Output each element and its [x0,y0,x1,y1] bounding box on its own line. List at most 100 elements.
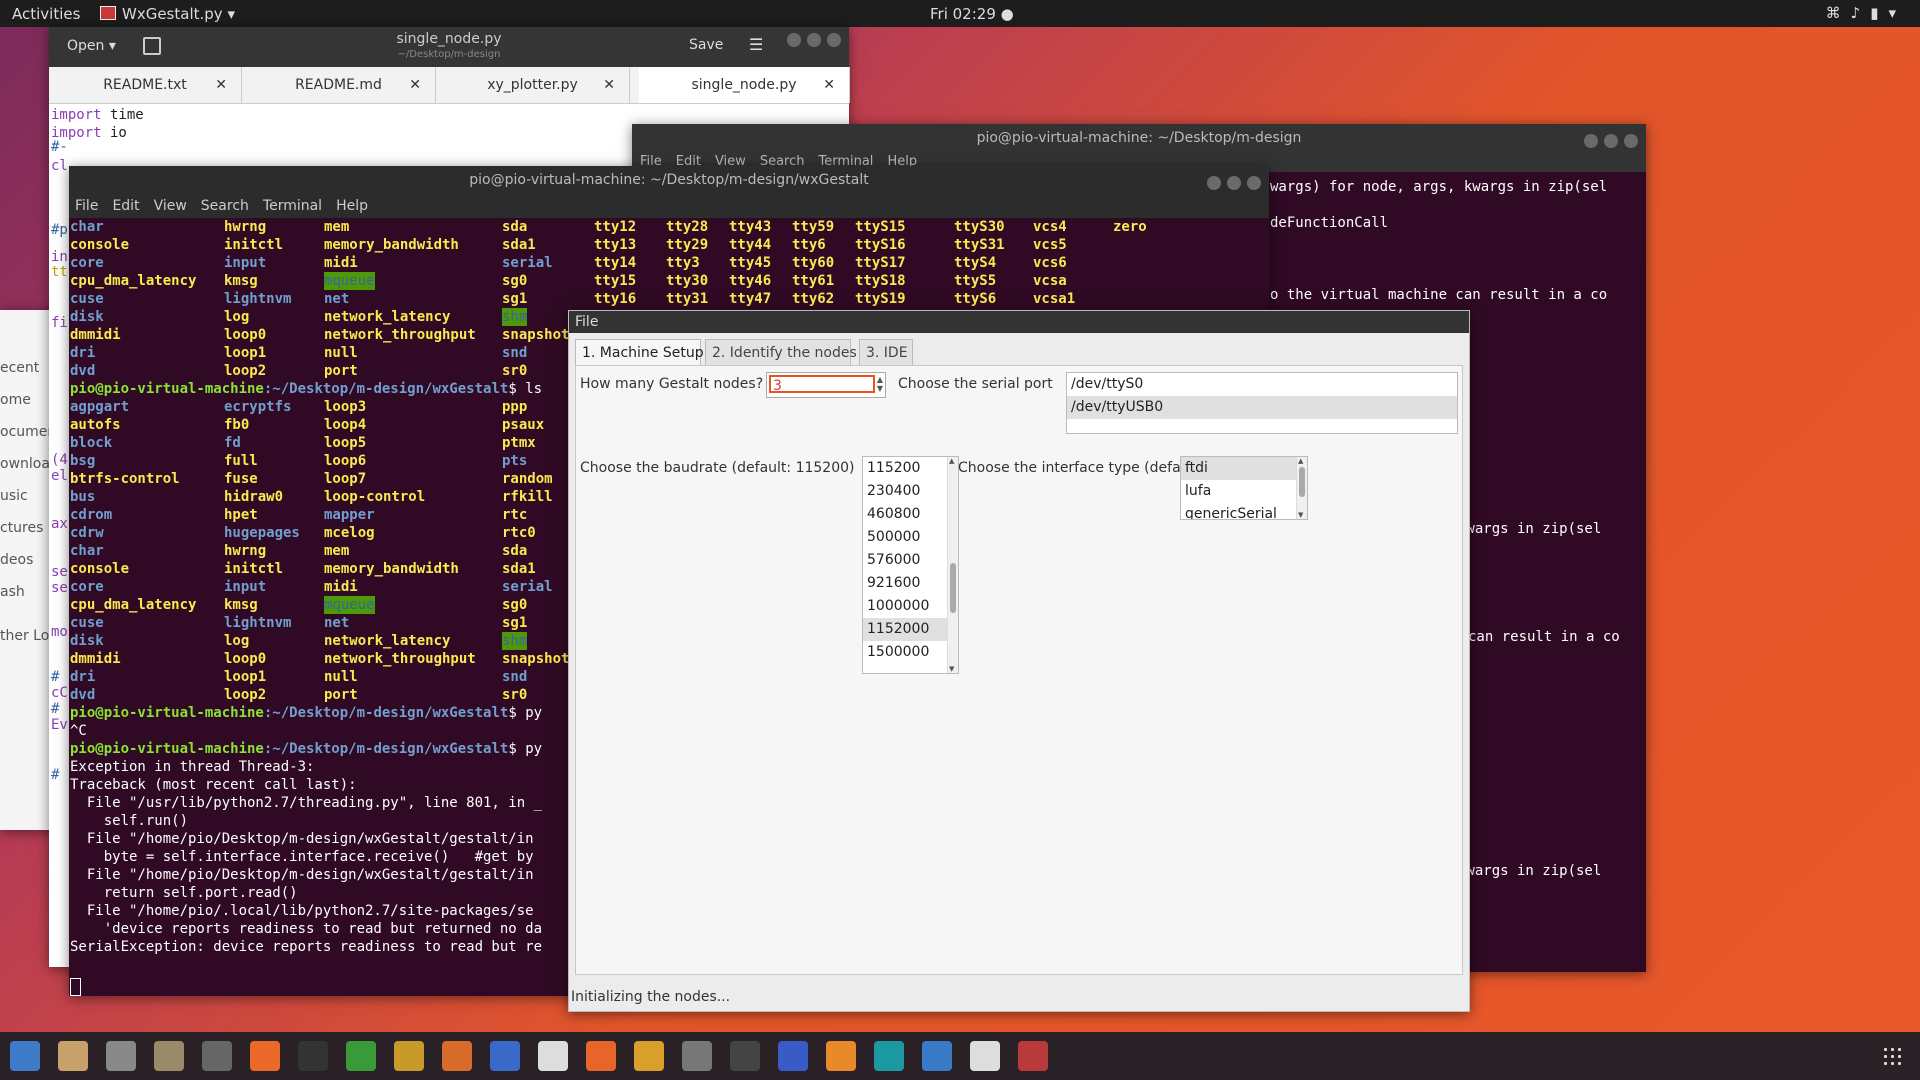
processing-icon[interactable] [922,1041,952,1071]
terminal-entry: tty6 [792,237,826,253]
hamburger-menu-icon[interactable]: ☰ [749,35,763,54]
software-icon[interactable] [202,1041,232,1071]
interface-list[interactable]: ftdi lufa genericSerial ▲ ▼ [1180,456,1308,520]
list-item[interactable]: ftdi [1181,457,1307,480]
close-tab-icon[interactable]: ✕ [409,67,421,103]
minimize-icon[interactable] [1207,176,1221,190]
files-icon[interactable] [58,1041,88,1071]
code-fragment: se [51,580,68,596]
scroll-down-icon[interactable]: ▼ [949,665,954,673]
nav-trash[interactable]: ash [0,584,25,600]
show-applications-icon[interactable] [1882,1046,1902,1066]
terminal-entry: null [324,345,358,361]
tab-ide[interactable]: 3. IDE [859,339,913,366]
menu-item-view[interactable]: View [154,198,187,214]
scroll-down-icon[interactable]: ▼ [1298,511,1303,519]
spreadsheet-icon[interactable] [346,1041,376,1071]
maximize-icon[interactable] [1227,176,1241,190]
close-icon[interactable] [827,33,841,47]
list-item[interactable]: genericSerial [1181,503,1307,519]
close-tab-icon[interactable]: ✕ [603,67,615,103]
nav-home[interactable]: ome [0,392,31,408]
tab-single-node[interactable]: single_node.py ✕ [639,67,850,103]
store-icon[interactable] [250,1041,280,1071]
scroll-up-icon[interactable]: ▲ [949,457,954,465]
activities-button[interactable]: Activities [12,5,80,23]
terminal-entry: autofs [70,417,121,433]
text-icon[interactable] [538,1041,568,1071]
network-icon: ⌘ [1825,4,1851,22]
list-item[interactable]: 1000000 [863,595,958,618]
save-button[interactable]: Save [689,37,723,53]
close-icon[interactable] [1247,176,1261,190]
wxgestalt-icon[interactable] [1018,1041,1048,1071]
tab-xy-plotter[interactable]: xy_plotter.py ✕ [436,67,630,103]
baudrate-items: 115200 230400 460800 500000 576000 921600 1000… [863,457,958,664]
list-item[interactable]: 1500000 [863,641,958,664]
list-item[interactable]: 1152000 [863,618,958,641]
close-tab-icon[interactable]: ✕ [215,67,227,103]
screenshot-icon[interactable] [106,1041,136,1071]
terminal-entry: tty15 [594,273,637,289]
list-item[interactable]: /dev/ttyS0 [1067,373,1457,396]
tab-readme-md[interactable]: README.md ✕ [242,67,436,103]
scroll-thumb[interactable] [950,563,956,613]
terminal-icon[interactable] [298,1041,328,1071]
list-item[interactable]: 576000 [863,549,958,572]
baudrate-list[interactable]: 115200 230400 460800 500000 576000 921600 1000… [862,456,959,674]
close-icon[interactable] [1624,134,1638,148]
spinner-arrows-icon[interactable]: ▲ ▼ [877,375,883,393]
scroll-thumb[interactable] [1299,467,1305,497]
minimize-icon[interactable] [1584,134,1598,148]
nav-documents[interactable]: ocumen [0,424,56,440]
list-item[interactable]: 921600 [863,572,958,595]
archive-icon[interactable] [394,1041,424,1071]
menu-item-search[interactable]: Search [201,198,249,214]
menu-item-edit[interactable]: Edit [112,198,139,214]
nav-recent[interactable]: ecent [0,360,39,376]
gedit-icon[interactable] [970,1041,1000,1071]
close-tab-icon[interactable]: ✕ [823,67,835,103]
nav-videos[interactable]: deos [0,552,33,568]
inkscape-icon[interactable] [730,1041,760,1071]
menu-item-terminal[interactable]: Terminal [263,198,322,214]
nodes-spinner[interactable]: 3 ▲ ▼ [766,372,886,398]
minimize-icon[interactable] [787,33,801,47]
list-item[interactable]: 230400 [863,480,958,503]
file-manager-icon[interactable] [154,1041,184,1071]
blender-icon[interactable] [826,1041,856,1071]
document-icon[interactable] [490,1041,520,1071]
app-menu[interactable]: WxGestalt.py ▾ [100,5,235,23]
maximize-icon[interactable] [1604,134,1618,148]
gimp-icon[interactable] [682,1041,712,1071]
interface-scrollbar[interactable]: ▲ ▼ [1296,457,1307,519]
chrome-icon[interactable] [634,1041,664,1071]
list-item[interactable]: /dev/ttyUSB0 [1067,396,1457,419]
baudrate-scrollbar[interactable]: ▲ ▼ [947,457,958,673]
firefox-icon[interactable] [586,1041,616,1071]
system-tray[interactable]: ⌘♪▮▾ [1826,4,1906,22]
clock[interactable]: Fri 02:29 ● [930,5,1014,23]
list-item[interactable]: 460800 [863,503,958,526]
help-icon[interactable] [10,1041,40,1071]
nav-downloads[interactable]: ownloa [0,456,50,472]
scroll-up-icon[interactable]: ▲ [1298,457,1303,465]
tab-identify-nodes[interactable]: 2. Identify the nodes [705,339,857,366]
nav-pictures[interactable]: ctures [0,520,43,536]
menu-item-file[interactable]: File [75,198,98,214]
tab-readme-txt[interactable]: README.txt ✕ [49,67,242,103]
fritzing-icon[interactable] [778,1041,808,1071]
arduino-icon[interactable] [874,1041,904,1071]
tab-machine-setup[interactable]: 1. Machine Setup [575,339,704,366]
presentation-icon[interactable] [442,1041,472,1071]
list-item[interactable]: 115200 [863,457,958,480]
file-menu[interactable]: File [569,311,1469,333]
maximize-icon[interactable] [807,33,821,47]
list-item[interactable]: lufa [1181,480,1307,503]
nodes-input[interactable]: 3 [769,375,875,394]
terminal-line: SerialException: device reports readines… [70,939,543,955]
serial-port-list[interactable]: /dev/ttyS0 /dev/ttyUSB0 [1066,372,1458,434]
list-item[interactable]: 500000 [863,526,958,549]
nav-music[interactable]: usic [0,488,28,504]
menu-item-help[interactable]: Help [336,198,368,214]
